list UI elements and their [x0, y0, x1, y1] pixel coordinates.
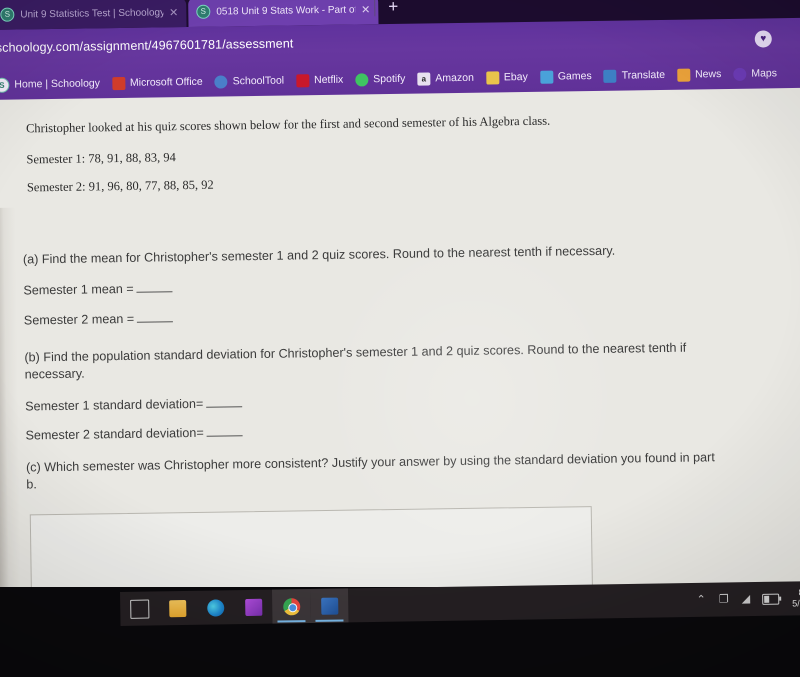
- bookmark-label: News: [694, 68, 722, 81]
- part-a-prompt: (a) Find the mean for Christopher's seme…: [22, 243, 616, 267]
- part-b-field-1-label: Semester 1 standard deviation=: [25, 396, 204, 414]
- part-b-field-1-input[interactable]: [206, 394, 243, 408]
- screen-surface: S Unit 9 Statistics Test | Schoology ✕ S…: [0, 0, 800, 632]
- onenote-icon: [244, 598, 262, 616]
- part-a-field-2[interactable]: Semester 2 mean =: [24, 302, 724, 330]
- games-icon: [539, 70, 553, 84]
- part-a-field-2-input[interactable]: [137, 310, 174, 323]
- part-a-field-1[interactable]: Semester 1 mean =: [23, 272, 723, 300]
- bookmark-label: Ebay: [503, 70, 528, 84]
- tab-divider: [374, 0, 376, 17]
- bookmark-star-icon[interactable]: ♥: [754, 30, 772, 48]
- microsoft-word-icon: [320, 597, 338, 615]
- part-b-field-1[interactable]: Semester 1 standard deviation=: [25, 388, 725, 416]
- bookmark-label: SchoolTool: [232, 74, 285, 88]
- clock-date: 5/18/2021: [792, 597, 800, 609]
- network-icon[interactable]: ◢: [742, 593, 750, 605]
- browser-tab-2[interactable]: S 0518 Unit 9 Stats Work - Part of ✕: [188, 0, 379, 27]
- schoology-icon: S: [0, 77, 10, 93]
- browser-tab-1[interactable]: S Unit 9 Statistics Test | Schoology ✕: [0, 0, 187, 30]
- microsoft-edge-icon: [206, 598, 224, 617]
- bookmark-spotify[interactable]: Spotify: [350, 70, 412, 88]
- bookmark-label: Maps: [751, 67, 778, 80]
- bookmark-news[interactable]: News: [672, 65, 729, 83]
- part-a-field-1-input[interactable]: [136, 280, 173, 294]
- amazon-icon: a: [417, 71, 431, 86]
- netflix-icon: [295, 73, 310, 87]
- schoology-icon: S: [0, 7, 15, 22]
- bookmark-schooltool[interactable]: SchoolTool: [210, 72, 292, 90]
- part-a-field-1-label: Semester 1 mean =: [23, 282, 134, 298]
- close-icon[interactable]: ✕: [361, 3, 370, 16]
- microsoft-word-button[interactable]: [309, 588, 349, 624]
- news-icon: [676, 68, 691, 82]
- part-a-field-2-label: Semester 2 mean =: [23, 311, 135, 328]
- file-explorer-button[interactable]: [158, 591, 197, 626]
- tab-title: 0518 Unit 9 Stats Work - Part of: [216, 4, 356, 18]
- bookmark-maps[interactable]: Maps: [728, 65, 784, 83]
- browser-menu-icon[interactable]: ⋮: [795, 30, 800, 44]
- part-b-field-2[interactable]: Semester 2 standard deviation=: [25, 417, 725, 445]
- bookmark-microsoft-office[interactable]: Microsoft Office: [107, 73, 210, 92]
- question-part-a: (a) Find the mean for Christopher's seme…: [23, 241, 724, 341]
- bookmark-ebay[interactable]: Ebay: [481, 68, 535, 86]
- bookmark-netflix[interactable]: Netflix: [291, 71, 350, 89]
- bookmark-label: Netflix: [313, 73, 344, 87]
- assignment-page: Christopher looked at his quiz scores sh…: [0, 87, 800, 632]
- semester-1-scores: Semester 1: 78, 91, 88, 83, 94: [26, 150, 176, 167]
- semester-2-scores: Semester 2: 91, 96, 80, 77, 88, 85, 92: [26, 177, 214, 195]
- question-intro-text: Christopher looked at his quiz scores sh…: [25, 113, 551, 136]
- new-tab-button[interactable]: +: [382, 0, 404, 18]
- photo-of-laptop-screen: S Unit 9 Statistics Test | Schoology ✕ S…: [0, 0, 800, 677]
- part-b-field-2-input[interactable]: [206, 424, 243, 437]
- bookmark-label: Microsoft Office: [129, 75, 203, 89]
- translate-icon: [603, 69, 617, 83]
- maps-icon: [733, 67, 747, 81]
- schoology-icon: S: [196, 4, 211, 19]
- google-chrome-button[interactable]: [271, 589, 311, 624]
- file-explorer-icon: [168, 599, 186, 617]
- google-chrome-icon: [282, 597, 300, 615]
- part-c-answer-textbox[interactable]: [29, 506, 593, 595]
- bookmark-label: Games: [557, 70, 592, 83]
- close-icon[interactable]: ✕: [169, 6, 178, 19]
- bookmark-amazon[interactable]: a Amazon: [412, 69, 481, 87]
- battery-icon[interactable]: [762, 593, 780, 605]
- task-view-icon: [129, 599, 149, 619]
- microsoft-edge-button[interactable]: [196, 590, 235, 625]
- spotify-icon: [355, 72, 369, 87]
- onedrive-icon[interactable]: ❐: [719, 593, 729, 605]
- tab-title: Unit 9 Statistics Test | Schoology: [20, 6, 164, 20]
- bookmark-label: Spotify: [373, 72, 406, 86]
- question-part-b: (b) Find the population standard deviati…: [24, 339, 726, 457]
- part-b-prompt: (b) Find the population standard deviati…: [24, 340, 687, 382]
- onenote-button[interactable]: [234, 590, 273, 625]
- show-hidden-icons-chevron-up-icon[interactable]: ⌃: [696, 593, 705, 605]
- bookmark-label: Translate: [621, 68, 666, 82]
- task-view-button[interactable]: [120, 591, 159, 626]
- ebay-icon: [485, 70, 499, 85]
- url-text: schoology.com/assignment/4967601781/asse…: [0, 36, 294, 55]
- part-c-prompt: (c) Which semester was Christopher more …: [25, 450, 715, 492]
- microsoft-office-icon: [111, 76, 126, 90]
- bookmark-label: Home | Schoology: [14, 77, 101, 91]
- bookmark-home-schoology[interactable]: S Home | Schoology: [0, 74, 107, 95]
- question-intro-block: Christopher looked at his quiz scores sh…: [26, 111, 717, 208]
- part-b-field-2-label: Semester 2 standard deviation=: [25, 425, 204, 443]
- question-part-c: (c) Which semester was Christopher more …: [26, 449, 727, 508]
- bookmark-label: Amazon: [435, 71, 474, 85]
- bookmark-games[interactable]: Games: [535, 67, 599, 85]
- schooltool-icon: [214, 74, 228, 89]
- bookmark-translate[interactable]: Translate: [599, 66, 673, 84]
- bookmark-overflow[interactable]: S: [796, 64, 800, 81]
- taskbar-clock[interactable]: 8:26 PM 5/18/2021: [792, 587, 800, 610]
- address-bar-url[interactable]: schoology.com/assignment/4967601781/asse…: [0, 36, 294, 54]
- system-tray: ⌃ ❐ ◢ 8:26 PM 5/18/2021: [696, 587, 800, 612]
